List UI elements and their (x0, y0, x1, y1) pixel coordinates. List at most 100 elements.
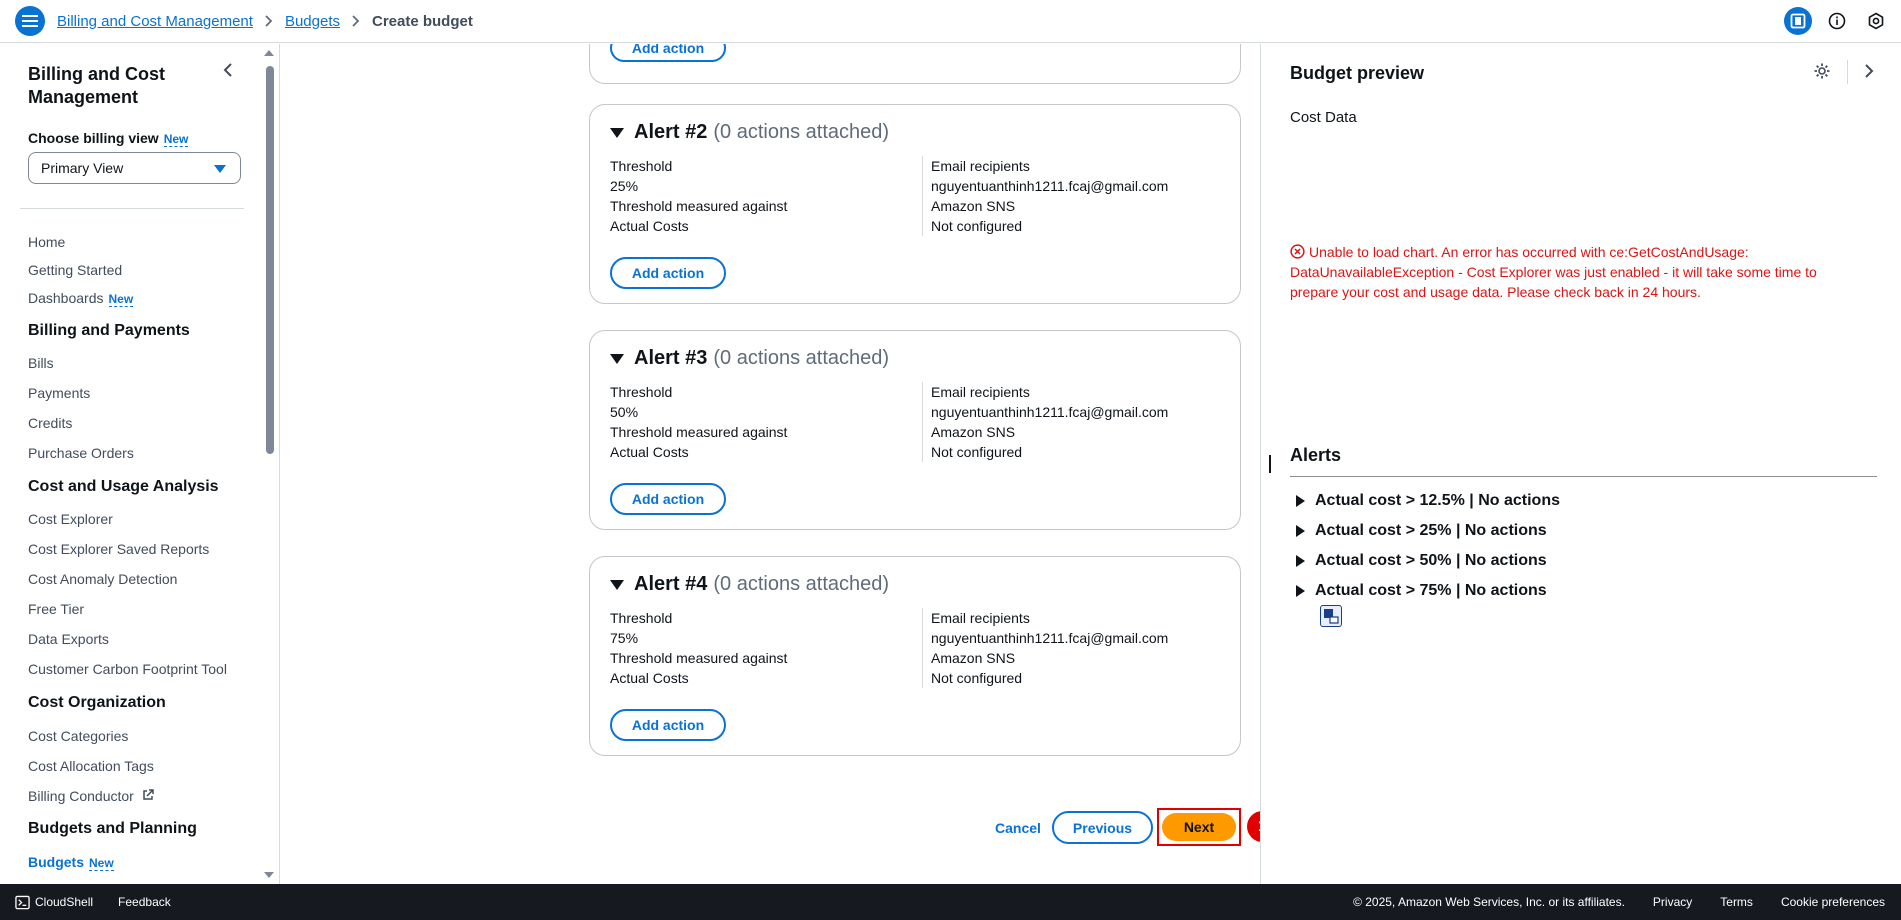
text-cursor (1269, 455, 1271, 473)
sidebar-item-budgets-label: Budgets (28, 854, 84, 870)
preview-alert-label: Actual cost > 25% | No actions (1315, 522, 1547, 539)
collapse-sidebar-button[interactable] (223, 63, 233, 80)
measured-label: Threshold measured against (610, 650, 788, 666)
add-action-button[interactable]: Add action (610, 483, 726, 515)
sidebar-item-billing-conductor[interactable]: Billing Conductor (28, 788, 154, 804)
preview-alert-item[interactable]: Actual cost > 25% | No actions (1296, 522, 1547, 540)
alert-details-right: Email recipients nguyentuanthinh1211.fca… (922, 382, 1168, 462)
copyright-text: © 2025, Amazon Web Services, Inc. or its… (1353, 895, 1625, 909)
feedback-link[interactable]: Feedback (118, 895, 171, 909)
measured-label: Threshold measured against (610, 424, 788, 440)
add-action-button[interactable]: Add action (610, 44, 726, 62)
triangle-down-icon (610, 579, 624, 590)
alert-subtitle: (0 actions attached) (713, 121, 890, 143)
preview-alert-label: Actual cost > 12.5% | No actions (1315, 492, 1560, 509)
cost-data-label: Cost Data (1290, 109, 1357, 126)
alert-title: Alert #2 (634, 121, 708, 143)
sidebar-scrollbar[interactable] (262, 44, 276, 884)
chevron-right-icon (265, 15, 273, 27)
sidebar-item-carbon-footprint[interactable]: Customer Carbon Footprint Tool (28, 661, 227, 677)
new-badge[interactable]: New (89, 856, 114, 871)
sidebar-item-saved-reports[interactable]: Cost Explorer Saved Reports (28, 541, 209, 557)
sns-label: Amazon SNS (931, 650, 1016, 666)
panel-toggle-button[interactable] (1784, 7, 1812, 35)
chart-error-text: Unable to load chart. An error has occur… (1290, 244, 1817, 300)
sidebar-item-credits[interactable]: Credits (28, 415, 72, 431)
sns-label: Amazon SNS (931, 198, 1016, 214)
breadcrumb-budgets-link[interactable]: Budgets (285, 13, 340, 30)
next-button[interactable]: Next (1162, 813, 1236, 841)
add-action-button[interactable]: Add action (610, 257, 726, 289)
sidebar-item-cost-categories[interactable]: Cost Categories (28, 728, 128, 744)
chevron-left-icon (223, 63, 232, 77)
sidebar-section-billing: Billing and Payments (28, 322, 190, 339)
info-button[interactable] (1823, 7, 1851, 35)
close-panel-button[interactable] (1864, 63, 1874, 82)
budget-preview-panel: Budget preview Cost Data Unable to load … (1260, 44, 1901, 884)
new-badge[interactable]: New (163, 132, 189, 147)
sidebar-item-home[interactable]: Home (28, 234, 65, 250)
sidebar-item-anomaly-detection[interactable]: Cost Anomaly Detection (28, 571, 177, 587)
sidebar-item-purchase-orders[interactable]: Purchase Orders (28, 445, 134, 461)
preview-settings-button[interactable] (1813, 62, 1831, 83)
sidebar-item-free-tier[interactable]: Free Tier (28, 601, 84, 617)
alert-subtitle: (0 actions attached) (713, 573, 890, 595)
threshold-value: 50% (610, 404, 639, 420)
alert-header[interactable]: Alert #4 (0 actions attached) (610, 573, 889, 596)
scroll-down-icon (264, 872, 274, 878)
preview-alert-item[interactable]: Actual cost > 50% | No actions (1296, 552, 1547, 570)
sidebar-item-budgets[interactable]: Budgets New (28, 854, 114, 871)
info-icon (1828, 12, 1846, 30)
sidebar-item-getting-started[interactable]: Getting Started (28, 262, 122, 278)
sidebar-item-payments[interactable]: Payments (28, 385, 90, 401)
new-badge[interactable]: New (108, 292, 134, 307)
alert-details-right: Email recipients nguyentuanthinh1211.fca… (922, 156, 1168, 236)
email-value: nguyentuanthinh1211.fcaj@gmail.com (931, 630, 1169, 646)
sidebar-scroll-thumb[interactable] (266, 66, 274, 454)
notifications-icon (1868, 12, 1884, 30)
measured-label: Threshold measured against (610, 198, 788, 214)
caret-down-icon (214, 165, 226, 173)
panel-divider (1847, 60, 1848, 84)
top-navigation: Billing and Cost Management Budgets Crea… (0, 0, 1901, 43)
measured-value: Actual Costs (610, 444, 689, 460)
email-label: Email recipients (931, 610, 1030, 626)
alert-title: Alert #3 (634, 347, 708, 369)
add-action-button[interactable]: Add action (610, 709, 726, 741)
menu-button[interactable] (15, 6, 45, 36)
breadcrumb-current: Create budget (372, 12, 473, 30)
alert-details-left: Threshold 50% Threshold measured against… (610, 382, 787, 462)
translate-icon[interactable] (1320, 605, 1342, 627)
sidebar-section-budgets: Budgets and Planning (28, 820, 197, 837)
terminal-icon (15, 895, 30, 909)
sidebar-item-bills[interactable]: Bills (28, 355, 54, 371)
breadcrumb-billing-link[interactable]: Billing and Cost Management (57, 13, 253, 30)
preview-alert-label: Actual cost > 50% | No actions (1315, 552, 1547, 569)
cloudshell-button[interactable]: CloudShell (15, 895, 93, 910)
threshold-label: Threshold (610, 384, 673, 400)
alert-header[interactable]: Alert #3 (0 actions attached) (610, 347, 889, 370)
triangle-right-icon (1296, 495, 1305, 507)
billing-view-select[interactable]: Primary View (28, 152, 241, 184)
alert-title: Alert #4 (634, 573, 708, 595)
terms-link[interactable]: Terms (1720, 895, 1753, 909)
threshold-label: Threshold (610, 610, 673, 626)
triangle-down-icon (610, 127, 624, 138)
email-value: nguyentuanthinh1211.fcaj@gmail.com (931, 178, 1169, 194)
previous-button[interactable]: Previous (1052, 811, 1153, 844)
notifications-button[interactable] (1862, 7, 1890, 35)
breadcrumb: Billing and Cost Management Budgets Crea… (57, 13, 473, 30)
alert-header[interactable]: Alert #2 (0 actions attached) (610, 121, 889, 144)
preview-alert-item[interactable]: Actual cost > 12.5% | No actions (1296, 492, 1560, 510)
cancel-button[interactable]: Cancel (978, 811, 1058, 844)
preview-alert-item[interactable]: Actual cost > 75% | No actions (1296, 582, 1547, 600)
sidebar-item-cost-explorer[interactable]: Cost Explorer (28, 511, 113, 527)
cookie-preferences-link[interactable]: Cookie preferences (1781, 895, 1885, 909)
threshold-value: 75% (610, 630, 639, 646)
alert-details-right: Email recipients nguyentuanthinh1211.fca… (922, 608, 1168, 688)
main-content: Add action Alert #2 (0 actions attached)… (281, 44, 1260, 884)
sidebar-item-allocation-tags[interactable]: Cost Allocation Tags (28, 758, 154, 774)
sidebar-item-data-exports[interactable]: Data Exports (28, 631, 109, 647)
sidebar-item-dashboards[interactable]: Dashboards New (28, 290, 134, 307)
privacy-link[interactable]: Privacy (1653, 895, 1692, 909)
